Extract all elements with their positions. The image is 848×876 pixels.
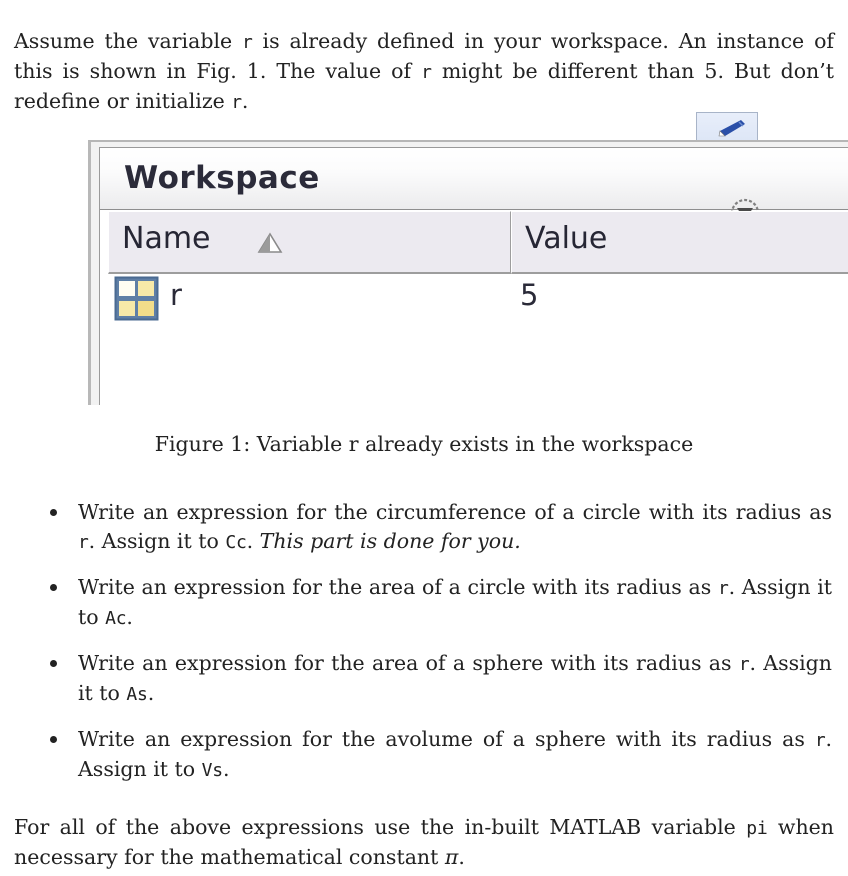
intro-paragraph: Assume the variable r is already defined… [14,27,834,117]
closing-run-1: pi [746,817,768,839]
intro-run-3: r [421,61,432,83]
task-item-1: Write an expression for the circumferenc… [42,498,832,557]
intro-run-1: r [242,31,253,53]
workspace-table-body: r 5 [108,274,848,405]
task-4-run-0: Write an expression for the avolume of a… [78,727,815,751]
table-cell-name: r [170,278,182,312]
table-cell-value: 5 [520,278,539,312]
table-row[interactable]: r 5 [108,274,848,322]
task-item-4: Write an expression for the avolume of a… [42,725,832,785]
task-1-run-3: Cc [225,532,247,553]
task-1-run-2: . Assign it to [88,529,226,553]
editor-tab[interactable] [696,112,758,142]
task-list: Write an expression for the circumferenc… [42,498,832,801]
intro-run-6: . [241,88,249,113]
workspace-title: Workspace [124,160,320,196]
task-2-run-3: Ac [105,608,127,629]
task-4-run-3: Vs [201,760,223,781]
column-header-value[interactable]: Value [511,211,848,274]
task-item-text: Write an expression for the area of a ci… [78,575,832,629]
workspace-titlebar: Workspace [100,148,848,228]
bullet-dot [50,736,57,743]
matrix-variable-icon [114,276,159,321]
pen-icon [718,120,745,137]
column-header-value-label: Value [525,221,608,256]
closing-run-4: . [458,844,465,869]
sort-ascending-icon [257,232,283,253]
column-header-name-label: Name [122,221,211,256]
task-4-run-4: . [222,757,230,781]
task-3-run-0: Write an expression for the area of a sp… [78,651,739,675]
task-item-text: Write an expression for the avolume of a… [78,727,832,781]
intro-run-5: r [231,91,242,113]
bullet-dot [50,584,57,591]
workspace-figure: Workspace Name Value r 5 [88,112,848,412]
bullet-dot [50,660,57,667]
task-3-run-1: r [738,654,750,675]
task-1-run-5: This part is done for you. [259,529,521,553]
bullet-dot [50,509,57,516]
figure-caption: Figure 1: Variable r already exists in t… [154,432,694,456]
task-item-text: Write an expression for the circumferenc… [78,500,832,553]
closing-run-0: For all of the above expressions use the… [14,814,747,839]
workspace-column-headers: Name Value [100,211,848,274]
workspace-panel-frame: Workspace Name Value r 5 [88,140,848,405]
closing-run-3: π [444,844,459,869]
task-1-run-1: r [78,532,89,553]
task-4-run-1: r [814,730,826,751]
task-2-run-1: r [717,578,729,599]
document-page: Assume the variable r is already defined… [0,0,848,876]
closing-paragraph: For all of the above expressions use the… [14,813,834,872]
task-2-run-0: Write an expression for the area of a ci… [78,575,718,599]
task-1-run-0: Write an expression for the circumferenc… [78,500,832,524]
intro-run-0: Assume the variable [14,28,243,53]
task-3-run-3: As [126,684,148,705]
task-2-run-4: . [126,605,133,629]
task-1-run-4: . [246,529,260,553]
column-header-name[interactable]: Name [108,211,511,274]
workspace-panel: Workspace Name Value r 5 [99,147,848,405]
editor-tab-strip [88,112,848,142]
task-item-3: Write an expression for the area of a sp… [42,649,832,709]
task-item-text: Write an expression for the area of a sp… [78,651,832,705]
task-3-run-4: . [147,681,155,705]
task-item-2: Write an expression for the area of a ci… [42,573,832,633]
